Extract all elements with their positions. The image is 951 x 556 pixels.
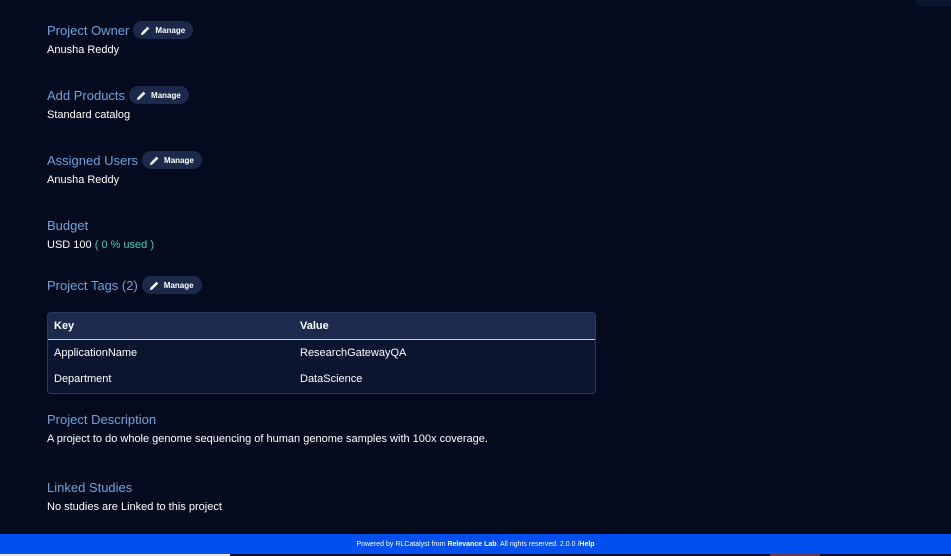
add-products-section: Add Products Manage Standard catalog <box>47 85 189 121</box>
pencil-icon <box>141 26 150 35</box>
footer-rights: . All rights reserved. 2.0.0 / <box>496 540 580 548</box>
add-products-value: Standard catalog <box>47 109 131 121</box>
manage-products-button[interactable]: Manage <box>129 86 189 104</box>
manage-label: Manage <box>164 155 194 165</box>
manage-label: Manage <box>163 280 194 290</box>
budget-amount: USD 100 <box>47 239 92 251</box>
value-column-header: Value <box>300 320 329 332</box>
linked-studies-title: Linked Studies <box>47 479 133 495</box>
pencil-icon <box>149 281 159 290</box>
budget-used: ( 0 % used ) <box>94 239 155 251</box>
project-description-value: A project to do whole genome sequencing … <box>47 433 488 445</box>
key-column-header: Key <box>54 320 75 332</box>
budget-section: Budget USD 100 ( 0 % used ) <box>47 215 154 252</box>
budget-title: Budget <box>47 217 89 233</box>
manage-label: Manage <box>155 25 186 35</box>
linked-studies-value: No studies are Linked to this project <box>47 501 222 513</box>
project-tags-section: Project Tags (2) Manage <box>47 275 202 295</box>
help-link[interactable]: Help <box>579 541 594 548</box>
pencil-icon <box>136 91 146 100</box>
assigned-users-section: Assigned Users Manage Anusha Reddy <box>47 150 202 186</box>
table-row: ApplicationName ResearchGatewayQA <box>48 340 595 366</box>
tag-key: Department <box>54 373 112 385</box>
tag-value: ResearchGatewayQA <box>300 347 407 359</box>
project-description-section: Project Description A project to do whol… <box>47 409 488 446</box>
top-edge-panel <box>915 0 951 6</box>
project-owner-section: Project Owner Manage Anusha Reddy <box>47 20 194 56</box>
project-tags-title: Project Tags (2) <box>47 277 138 293</box>
tag-value: DataScience <box>300 373 363 385</box>
manage-label: Manage <box>151 90 181 100</box>
manage-tags-button[interactable]: Manage <box>141 276 202 294</box>
manage-owner-button[interactable]: Manage <box>133 21 194 39</box>
table-row: Department DataScience <box>48 366 595 392</box>
project-owner-title: Project Owner <box>47 22 130 38</box>
footer-company: Relevance Lab <box>447 540 497 548</box>
add-products-title: Add Products <box>47 87 126 103</box>
footer-prefix: Powered by RLCatalyst from <box>356 540 446 548</box>
tags-table: Key Value ApplicationName ResearchGatewa… <box>47 312 596 394</box>
project-description-title: Project Description <box>47 411 157 427</box>
budget-value: USD 100 ( 0 % used ) <box>47 239 154 251</box>
assigned-users-value: Anusha Reddy <box>47 174 120 186</box>
pencil-icon <box>149 156 159 165</box>
footer: Powered by RLCatalyst from Relevance Lab… <box>0 534 951 554</box>
tags-table-header: Key Value <box>48 313 595 340</box>
project-owner-value: Anusha Reddy <box>47 44 120 56</box>
tag-key: ApplicationName <box>54 347 138 359</box>
assigned-users-title: Assigned Users <box>47 152 139 168</box>
linked-studies-section: Linked Studies No studies are Linked to … <box>47 477 222 514</box>
manage-users-button[interactable]: Manage <box>142 151 202 169</box>
